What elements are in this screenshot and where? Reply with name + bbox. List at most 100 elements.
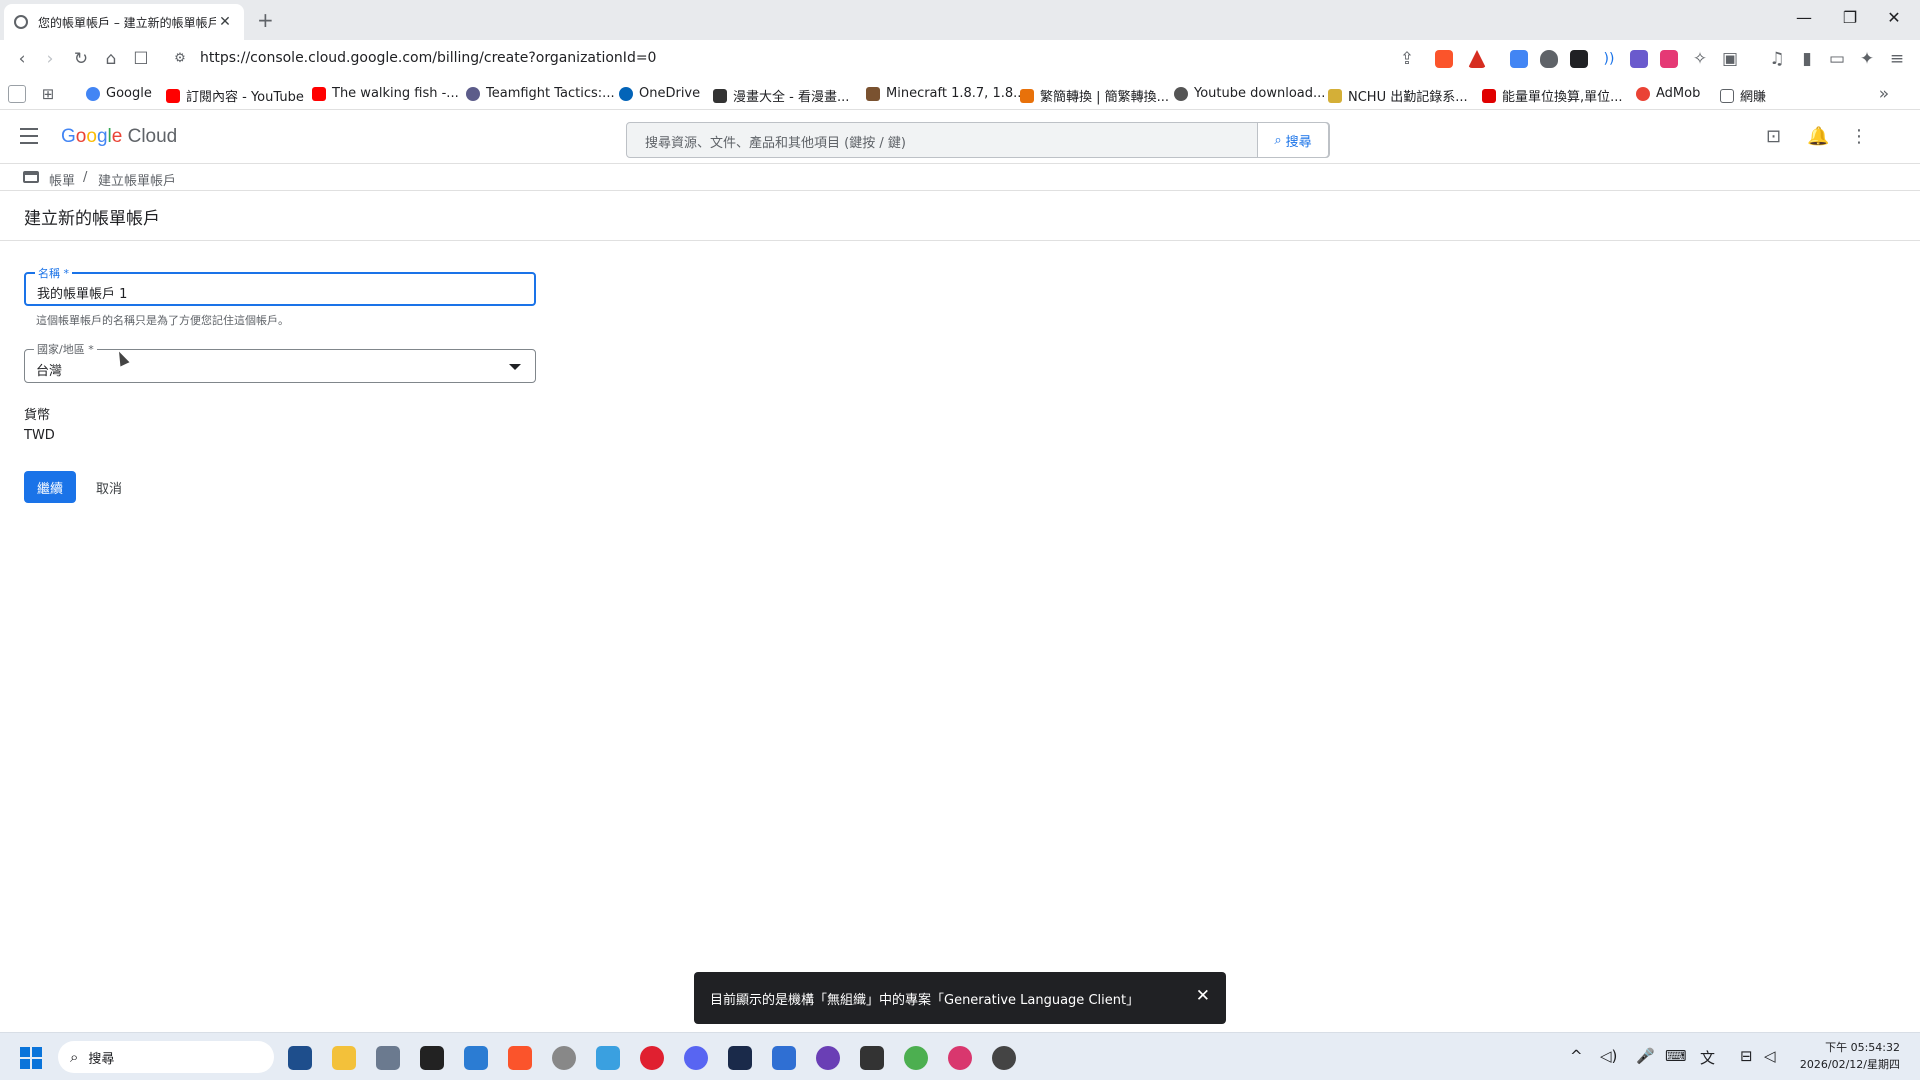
search-button[interactable]: ⌕ 搜尋 xyxy=(1257,122,1329,158)
apps-grid-icon[interactable]: ⊞ xyxy=(36,83,60,105)
discord-icon[interactable] xyxy=(684,1046,708,1070)
speaker-icon[interactable]: ◁ xyxy=(1764,1047,1776,1065)
brave-rewards-icon[interactable] xyxy=(1468,50,1486,68)
browser-menu-icon[interactable]: ≡ xyxy=(1885,48,1909,70)
store-app-icon[interactable] xyxy=(288,1046,312,1070)
menu-icon[interactable] xyxy=(20,128,38,149)
volume-icon[interactable]: ◁) xyxy=(1600,1047,1617,1065)
bookmark-icon[interactable]: ☐ xyxy=(129,48,153,70)
new-tab-icon[interactable]: + xyxy=(257,8,274,32)
screenshot-icon[interactable]: ▣ xyxy=(1718,48,1742,70)
notifications-icon[interactable]: 🔔 xyxy=(1807,126,1829,147)
convert-icon xyxy=(1020,88,1034,103)
tab-close-icon[interactable]: ✕ xyxy=(216,14,234,30)
folder-icon xyxy=(1720,88,1734,103)
bookmarks-bar: ⊞ Google 訂閱內容 - YouTube The walking fish… xyxy=(0,80,1920,110)
browser-tab-strip: 您的帳單帳戶 – 建立新的帳單帳戶 ✕ + — ❐ ✕ xyxy=(0,0,1920,40)
brave-shield-icon[interactable] xyxy=(1435,50,1453,68)
zh-convert-extension-icon[interactable] xyxy=(1660,50,1678,68)
wallet-icon[interactable]: ▭ xyxy=(1825,48,1849,70)
minimize-icon[interactable]: — xyxy=(1784,8,1824,27)
bookmark-item[interactable]: 繁簡轉換 | 簡繁轉換... xyxy=(1020,86,1169,105)
home-icon[interactable]: ⌂ xyxy=(99,48,123,70)
bookmark-item[interactable]: 漫畫大全 - 看漫畫... xyxy=(713,86,849,105)
continue-button[interactable]: 繼續 xyxy=(24,471,76,503)
bookmark-item[interactable]: NCHU 出勤記錄系... xyxy=(1328,86,1468,105)
search-placeholder: 搜尋資源、文件、產品和其他項目 (鍵按 / 鍵) xyxy=(645,136,906,151)
cancel-button[interactable]: 取消 xyxy=(96,478,122,497)
vpn-app-icon[interactable] xyxy=(816,1046,840,1070)
word-app-icon[interactable] xyxy=(464,1046,488,1070)
admob-icon xyxy=(1636,86,1650,101)
extensions-puzzle-icon[interactable]: ✧ xyxy=(1688,48,1712,70)
bookmark-item[interactable]: AdMob xyxy=(1636,86,1700,101)
share-icon[interactable]: ⇪ xyxy=(1395,48,1419,70)
terminal-icon[interactable] xyxy=(860,1046,884,1070)
window-close-icon[interactable]: ✕ xyxy=(1874,8,1914,27)
cloud-shell-icon[interactable]: ⊡ xyxy=(1766,126,1781,147)
brave-browser-icon[interactable] xyxy=(508,1046,532,1070)
chatgpt-icon[interactable] xyxy=(992,1046,1016,1070)
microphone-icon[interactable]: 🎤 xyxy=(1636,1047,1655,1065)
extension-icon[interactable] xyxy=(1570,50,1588,68)
google-cloud-logo[interactable]: Google Cloud xyxy=(61,126,177,148)
bookmark-item[interactable]: OneDrive xyxy=(619,86,700,101)
calculator-icon[interactable] xyxy=(376,1046,400,1070)
account-name-field[interactable]: 名稱 * 我的帳單帳戶 1 xyxy=(24,265,536,306)
bookmark-item[interactable]: The walking fish -... xyxy=(312,86,459,101)
search-input[interactable]: 搜尋資源、文件、產品和其他項目 (鍵按 / 鍵) ⌕ 搜尋 xyxy=(626,122,1330,158)
network-icon[interactable]: ⊟ xyxy=(1740,1047,1753,1065)
bookmark-tile-icon[interactable] xyxy=(8,85,26,103)
translate-extension-icon[interactable] xyxy=(1510,50,1528,68)
bookmark-folder[interactable]: 網賺 xyxy=(1720,86,1766,105)
google-icon xyxy=(86,86,100,101)
tor-extension-icon[interactable] xyxy=(1630,50,1648,68)
country-value: 台灣 xyxy=(36,364,63,379)
media-player-icon[interactable] xyxy=(640,1046,664,1070)
dropdown-arrow-icon[interactable] xyxy=(509,364,521,370)
bookmark-item[interactable]: Teamfight Tactics:... xyxy=(466,86,615,101)
bookmark-item[interactable]: Youtube download... xyxy=(1174,86,1325,101)
more-options-icon[interactable]: ⋮ xyxy=(1850,126,1868,147)
video-app-icon[interactable] xyxy=(420,1046,444,1070)
speech-extension-icon[interactable]: )) xyxy=(1600,50,1618,68)
windows-start-icon[interactable] xyxy=(20,1047,42,1069)
leo-ai-icon[interactable]: ✦ xyxy=(1855,48,1879,70)
billing-icon xyxy=(23,171,39,183)
notes-app-icon[interactable] xyxy=(772,1046,796,1070)
ai-app-icon[interactable] xyxy=(728,1046,752,1070)
file-explorer-icon[interactable] xyxy=(332,1046,356,1070)
bookmark-item[interactable]: 能量單位換算,單位... xyxy=(1482,86,1623,105)
headphones-app-icon[interactable] xyxy=(948,1046,972,1070)
reload-icon[interactable]: ↻ xyxy=(69,48,93,70)
language-icon[interactable]: 文 xyxy=(1700,1047,1715,1068)
breadcrumb-billing[interactable]: 帳單 xyxy=(49,170,75,189)
shield-extension-icon[interactable] xyxy=(1540,50,1558,68)
country-label: 國家/地區 * xyxy=(34,341,97,357)
chrome-icon[interactable] xyxy=(904,1046,928,1070)
taskbar-search[interactable]: ⌕ 搜尋 xyxy=(58,1041,274,1073)
country-select[interactable]: 國家/地區 * 台灣 xyxy=(24,341,536,383)
site-info-icon[interactable]: ⚙ xyxy=(168,48,192,70)
restore-icon[interactable]: ❐ xyxy=(1830,8,1870,27)
clock-app-icon[interactable] xyxy=(552,1046,576,1070)
bookmark-item[interactable]: 訂閱內容 - YouTube xyxy=(166,86,304,105)
account-name-value[interactable]: 我的帳單帳戶 1 xyxy=(37,283,127,302)
tray-expand-icon[interactable]: ^ xyxy=(1570,1047,1583,1065)
snackbar: 目前顯示的是機構「無組織」中的專案「Generative Language Cl… xyxy=(694,972,1226,1024)
forward-icon[interactable]: › xyxy=(38,48,62,70)
input-method-icon[interactable]: ⌨ xyxy=(1665,1047,1687,1065)
bookmarks-overflow-icon[interactable]: » xyxy=(1872,83,1896,105)
bookmark-item[interactable]: Minecraft 1.8.7, 1.8.... xyxy=(866,86,1030,101)
system-clock[interactable]: 下午 05:54:32 2026/02/12/星期四 xyxy=(1800,1039,1900,1073)
bookmark-item[interactable]: Google xyxy=(86,86,152,101)
search-icon: ⌕ xyxy=(1274,132,1282,148)
windows-taskbar: ⌕ 搜尋 ^ ◁) 🎤 ⌨ 文 ⊟ ◁ 下午 05:54:32 2026/02/… xyxy=(0,1032,1920,1080)
address-bar[interactable]: https://console.cloud.google.com/billing… xyxy=(200,50,656,66)
snackbar-close-icon[interactable]: ✕ xyxy=(1196,986,1210,1006)
photos-app-icon[interactable] xyxy=(596,1046,620,1070)
back-icon[interactable]: ‹ xyxy=(10,48,34,70)
sidebar-icon[interactable]: ▮ xyxy=(1795,48,1819,70)
browser-tab-active[interactable]: 您的帳單帳戶 – 建立新的帳單帳戶 ✕ xyxy=(4,4,244,40)
media-icon[interactable]: ♫ xyxy=(1765,48,1789,70)
